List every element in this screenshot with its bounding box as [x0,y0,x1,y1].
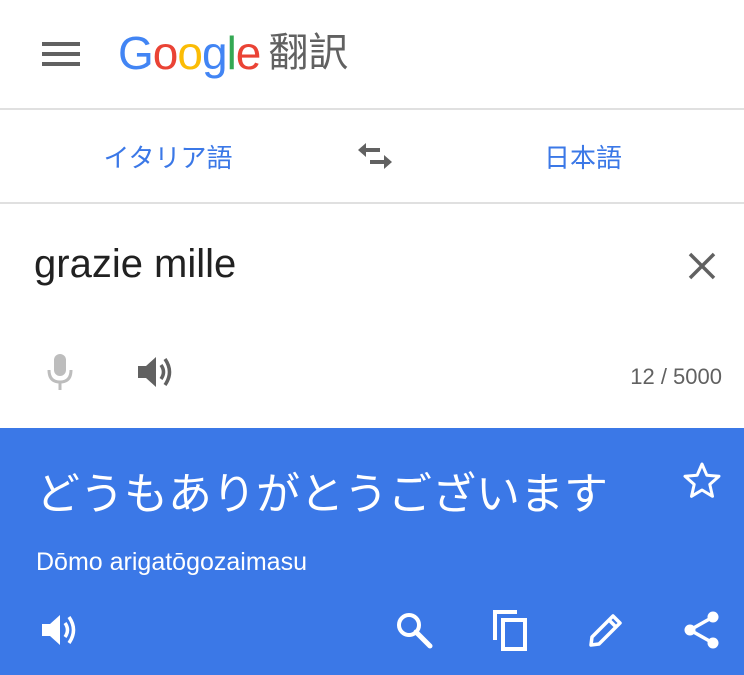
translation-text: どうもありがとうございます [36,469,608,520]
logo-letter: o [152,27,179,79]
source-language-button[interactable]: イタリア語 [40,110,296,202]
logo-letter: G [118,27,154,79]
speaker-icon [138,357,172,387]
target-language-button[interactable]: 日本語 [455,110,711,202]
search-translation-button[interactable] [388,604,440,656]
language-bar: イタリア語 日本語 [0,110,744,202]
translation-result-panel: どうもありがとうございます Dōmo arigatōgozaimasu [0,428,744,675]
edit-translation-button[interactable] [580,604,632,656]
google-wordmark: Google [118,27,262,79]
star-outline-icon [683,462,721,498]
speaker-icon [42,615,76,645]
close-icon [688,252,716,280]
swap-languages-button[interactable] [345,128,405,184]
listen-translation-button[interactable] [34,604,86,656]
pencil-icon [589,614,622,647]
save-translation-button[interactable] [678,456,726,504]
logo-letter: g [201,27,228,79]
clear-text-button[interactable] [676,240,728,292]
hamburger-menu-icon [42,42,80,66]
source-text-input[interactable]: grazie mille [34,242,236,287]
swap-arrows-icon [358,143,392,169]
copy-icon [493,610,527,651]
microphone-button[interactable] [34,344,86,400]
logo-letter: e [235,27,262,79]
logo-letter: l [226,27,237,79]
copy-translation-button[interactable] [484,604,536,656]
share-translation-button[interactable] [676,604,728,656]
romanization-text: Dōmo arigatōgozaimasu [36,548,307,576]
logo-letter: o [177,27,203,79]
listen-source-button[interactable] [128,344,184,400]
search-icon [397,613,433,649]
product-name: 翻訳 [268,30,349,76]
google-translate-logo: Google 翻訳 [118,22,348,84]
share-icon [684,611,719,649]
menu-button[interactable] [30,24,94,84]
character-count: 12 / 5000 [630,364,722,389]
source-input-panel: grazie mille 12 / 5000 [0,204,744,428]
microphone-icon [47,354,73,390]
app-bar: Google 翻訳 [0,0,744,108]
